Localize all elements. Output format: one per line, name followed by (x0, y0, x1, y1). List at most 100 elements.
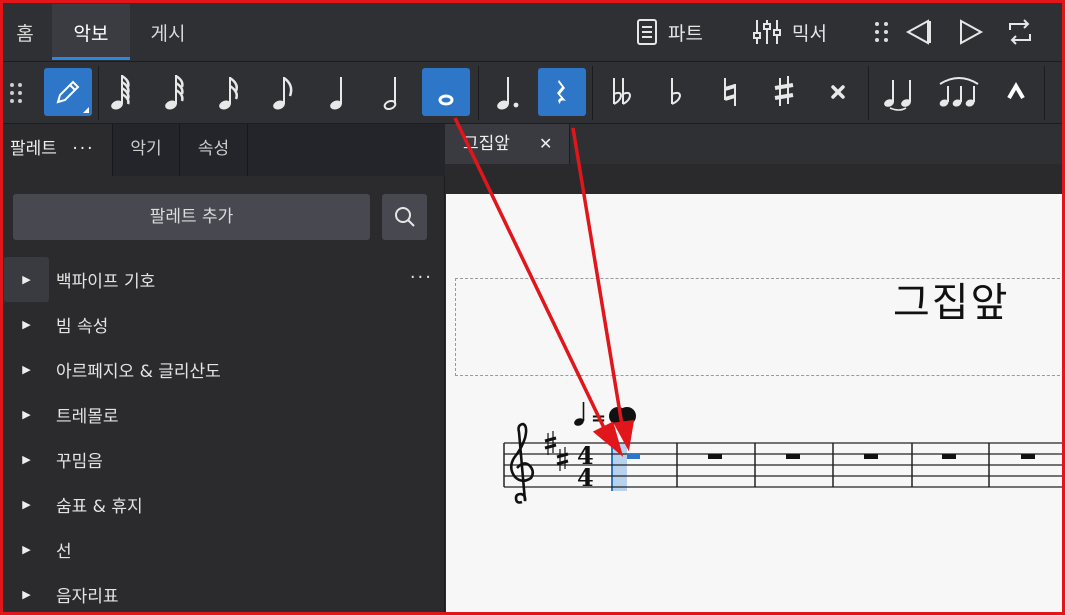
double-sharp-icon (831, 85, 845, 99)
toolbar-drag-handle-icon[interactable] (6, 80, 26, 106)
separator (478, 66, 479, 120)
play-icon[interactable] (954, 16, 986, 48)
mixer-icon (753, 20, 781, 44)
palette-item-label: 트레몰로 (56, 407, 119, 427)
mixer-button[interactable]: 믹서 (752, 14, 827, 50)
tempo-marking[interactable]: = (573, 402, 636, 429)
panel-tabs: 팔레트 ··· 악기 속성 (0, 124, 445, 176)
tab-instruments[interactable]: 악기 (113, 124, 180, 176)
tab-properties[interactable]: 속성 (180, 124, 248, 176)
marcato-icon (1007, 82, 1025, 100)
double-flat-button[interactable] (598, 68, 646, 116)
palette-item-clefs[interactable]: ▶ 음자리표 (0, 572, 445, 615)
document-tab-label: 그집앞 (463, 134, 510, 154)
separator (592, 66, 593, 120)
palette-item-label: 아르페지오 & 글리산도 (56, 362, 221, 382)
expand-arrow-icon[interactable]: ▶ (4, 257, 49, 302)
mixer-label: 믹서 (792, 22, 827, 45)
quarter-note-button[interactable] (314, 68, 362, 116)
score-title[interactable]: 그집앞 (893, 270, 1009, 328)
time-signature-bottom: 4 (577, 463, 594, 492)
augmentation-dot-button[interactable] (484, 68, 532, 116)
rest-button[interactable] (538, 68, 586, 116)
expand-arrow-icon[interactable]: ▶ (4, 527, 49, 572)
tab-publish[interactable]: 게시 (132, 4, 204, 60)
palette-item-beam[interactable]: ▶ 빔 속성 (0, 302, 445, 347)
expand-arrow-icon[interactable]: ▶ (4, 302, 49, 347)
eighth-note-button[interactable] (260, 68, 308, 116)
parts-icon (637, 19, 657, 45)
pencil-icon (56, 80, 80, 104)
search-icon (394, 207, 415, 227)
flat-icon (671, 78, 682, 105)
note-input-button[interactable] (44, 68, 92, 116)
drag-handle-icon[interactable] (866, 16, 898, 48)
tab-palettes[interactable]: 팔레트 ··· (0, 124, 113, 176)
whole-rests (708, 454, 1035, 459)
quarter-note-icon (330, 77, 342, 110)
expand-arrow-icon[interactable]: ▶ (4, 572, 49, 615)
natural-icon (724, 78, 736, 106)
separator (868, 66, 869, 120)
flat-button[interactable] (652, 68, 700, 116)
palette-item-label: 빔 속성 (56, 317, 109, 337)
top-tab-bar: 홈 악보 게시 파트 믹서 (0, 0, 1065, 62)
tab-strip (570, 124, 1065, 164)
note-input-toolbar (0, 62, 1065, 124)
tab-score[interactable]: 악보 (52, 4, 130, 60)
double-flat-icon (613, 78, 632, 105)
slur-icon (939, 77, 979, 107)
document-tab[interactable]: 그집앞 ✕ (445, 124, 570, 164)
palette-item-label: 음자리표 (56, 587, 119, 607)
parts-label: 파트 (668, 22, 703, 45)
double-sharp-button[interactable] (814, 68, 862, 116)
treble-clef-icon (509, 422, 535, 504)
tempo-value-mark (609, 407, 627, 425)
staff-system[interactable]: 4 4 = (446, 380, 1065, 510)
16th-note-icon (219, 76, 238, 110)
palette-search-button[interactable] (382, 194, 427, 240)
whole-note-icon (438, 94, 454, 106)
palette-item-arpeggio[interactable]: ▶ 아르페지오 & 글리산도 (0, 347, 445, 392)
32nd-note-button[interactable] (152, 68, 200, 116)
natural-button[interactable] (706, 68, 754, 116)
dotted-note-icon (497, 77, 519, 110)
tempo-equals: = (591, 408, 606, 429)
palette-item-bagpipe[interactable]: ▶ 백파이프 기호 ··· (0, 257, 445, 302)
palettes-more-button[interactable]: ··· (72, 139, 94, 159)
tab-home[interactable]: 홈 (0, 4, 50, 60)
close-tab-icon[interactable]: ✕ (539, 124, 552, 164)
dropdown-corner-icon (83, 107, 89, 113)
palette-panel: 팔레트 ··· 악기 속성 팔레트 추가 ▶ 백파이프 기호 ··· ▶ 빔 속… (0, 124, 445, 615)
expand-arrow-icon[interactable]: ▶ (4, 392, 49, 437)
16th-note-button[interactable] (206, 68, 254, 116)
whole-note-button[interactable] (422, 68, 470, 116)
palette-item-tremolo[interactable]: ▶ 트레몰로 (0, 392, 445, 437)
parts-button[interactable]: 파트 (636, 14, 703, 50)
separator (1044, 66, 1045, 120)
marcato-button[interactable] (992, 68, 1040, 116)
tie-icon (884, 80, 911, 111)
tie-button[interactable] (876, 68, 924, 116)
palette-item-more-button[interactable]: ··· (410, 267, 433, 288)
half-note-button[interactable] (368, 68, 416, 116)
expand-arrow-icon[interactable]: ▶ (4, 347, 49, 392)
rewind-icon[interactable] (902, 16, 934, 48)
slur-button[interactable] (932, 68, 986, 116)
sharp-button[interactable] (760, 68, 808, 116)
expand-arrow-icon[interactable]: ▶ (4, 482, 49, 527)
loop-icon[interactable] (1004, 16, 1036, 48)
add-palette-button[interactable]: 팔레트 추가 (13, 194, 370, 240)
eighth-note-icon (273, 76, 293, 110)
tab-divider (445, 164, 1065, 194)
palette-item-lines[interactable]: ▶ 선 (0, 527, 445, 572)
expand-arrow-icon[interactable]: ▶ (4, 437, 49, 482)
selected-whole-rest[interactable] (627, 454, 640, 459)
palette-item-label: 꾸밈음 (56, 452, 103, 472)
32nd-note-icon (165, 74, 184, 110)
64th-note-button[interactable] (98, 68, 146, 116)
palette-item-grace-notes[interactable]: ▶ 꾸밈음 (0, 437, 445, 482)
palette-item-breaths[interactable]: ▶ 숨표 & 휴지 (0, 482, 445, 527)
half-note-icon (383, 77, 397, 111)
64th-note-icon (111, 74, 130, 110)
